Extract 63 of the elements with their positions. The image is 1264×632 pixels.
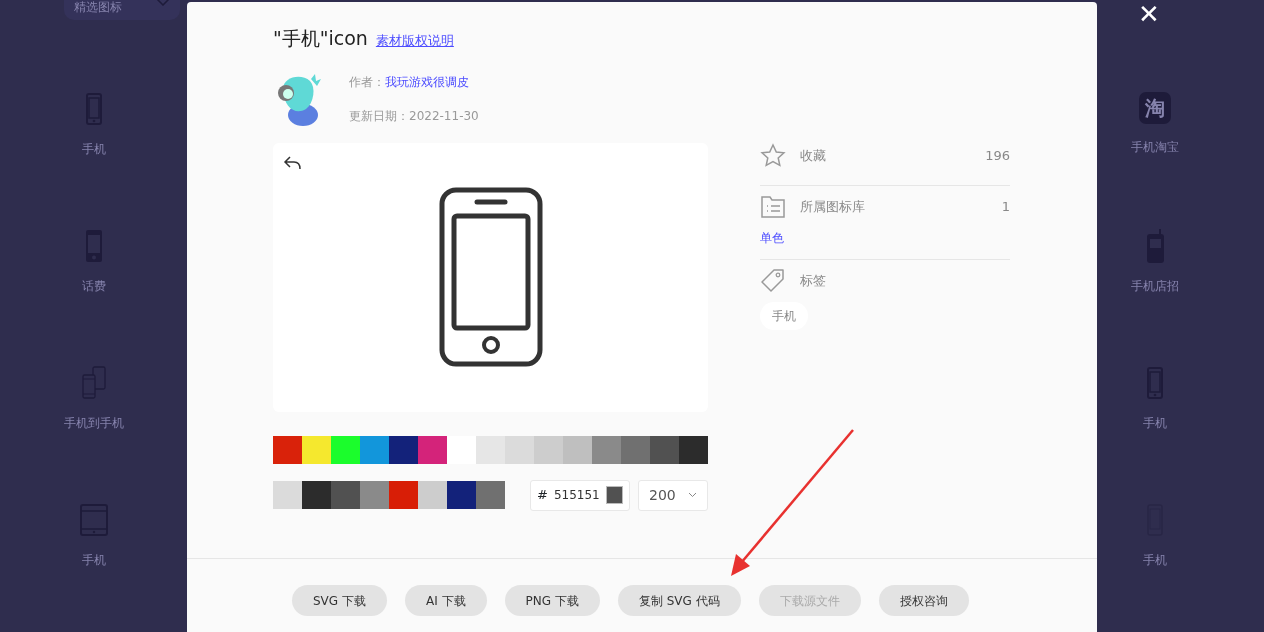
size-value: 200 <box>649 485 676 505</box>
icon-label: 手机到手机 <box>63 415 124 432</box>
download-button[interactable]: 复制 SVG 代码 <box>617 585 741 616</box>
chevron-down-icon <box>688 492 697 498</box>
star-icon <box>760 142 786 169</box>
count: 1 <box>1001 197 1010 216</box>
color-hex-field[interactable]: # 515151 <box>530 479 630 511</box>
color-swatch[interactable] <box>273 481 302 509</box>
phone-icon <box>438 187 543 367</box>
color-swatch[interactable] <box>360 435 389 464</box>
info-label: 标签 <box>800 272 826 291</box>
icon-label: 手机 <box>81 141 106 158</box>
icon-label: 手机淘宝 <box>1131 139 1179 156</box>
color-swatch[interactable] <box>650 435 679 464</box>
copyright-link[interactable]: 素材版权说明 <box>375 31 454 51</box>
color-preview-swatch <box>605 486 623 504</box>
hex-value: 515151 <box>553 487 600 504</box>
download-button[interactable]: SVG 下载 <box>292 585 387 616</box>
dialog-title: "手机"icon <box>273 26 368 51</box>
color-swatch[interactable] <box>679 435 708 464</box>
info-label: 收藏 <box>800 146 826 165</box>
color-swatch[interactable] <box>389 481 418 509</box>
update-date: 更新日期：2022-11-30 <box>349 107 479 125</box>
color-swatch[interactable] <box>476 481 505 509</box>
color-swatch[interactable] <box>505 435 534 464</box>
color-swatch[interactable] <box>418 435 447 464</box>
info-label: 所属图标库 <box>800 197 865 216</box>
chevron-down-icon <box>156 0 170 6</box>
author-link[interactable]: 我玩游戏很调皮 <box>385 74 469 89</box>
tag-icon <box>760 268 786 294</box>
color-swatch[interactable] <box>331 435 360 464</box>
download-button[interactable]: AI 下载 <box>404 585 487 616</box>
color-swatch[interactable] <box>360 481 389 509</box>
hash-label: # <box>537 486 548 505</box>
undo-icon[interactable] <box>283 154 303 171</box>
icon-label: 手机 <box>1143 552 1167 569</box>
folder-list-icon <box>760 193 786 220</box>
download-button[interactable]: PNG 下载 <box>504 585 600 616</box>
color-swatch[interactable] <box>592 435 621 464</box>
color-swatch[interactable] <box>418 481 447 509</box>
color-swatch[interactable] <box>534 435 563 464</box>
color-swatch[interactable] <box>302 481 331 509</box>
count: 196 <box>985 146 1010 165</box>
library-link[interactable]: 单色 <box>760 230 784 245</box>
author-line: 作者：我玩游戏很调皮 <box>349 73 470 91</box>
download-button[interactable]: 授权咨询 <box>878 585 969 616</box>
size-select[interactable]: 200 <box>638 479 708 511</box>
icon-label: 手机 <box>1143 415 1167 432</box>
color-swatch[interactable] <box>621 435 650 464</box>
color-swatch[interactable] <box>447 435 476 464</box>
color-swatch[interactable] <box>389 435 418 464</box>
color-swatch[interactable] <box>331 481 360 509</box>
color-swatch[interactable] <box>273 435 302 464</box>
color-swatch[interactable] <box>302 435 331 464</box>
tag-chip[interactable]: 手机 <box>760 302 808 330</box>
color-swatch[interactable] <box>476 435 505 464</box>
icon-label: 手机 <box>81 552 106 569</box>
color-swatch[interactable] <box>447 481 476 509</box>
app-logo-icon: 淘 <box>1139 92 1171 124</box>
color-swatch[interactable] <box>563 435 592 464</box>
icon-label: 手机店招 <box>1131 278 1179 295</box>
icon-label: 话费 <box>81 278 106 295</box>
close-button[interactable]: ✕ <box>1134 1 1164 27</box>
